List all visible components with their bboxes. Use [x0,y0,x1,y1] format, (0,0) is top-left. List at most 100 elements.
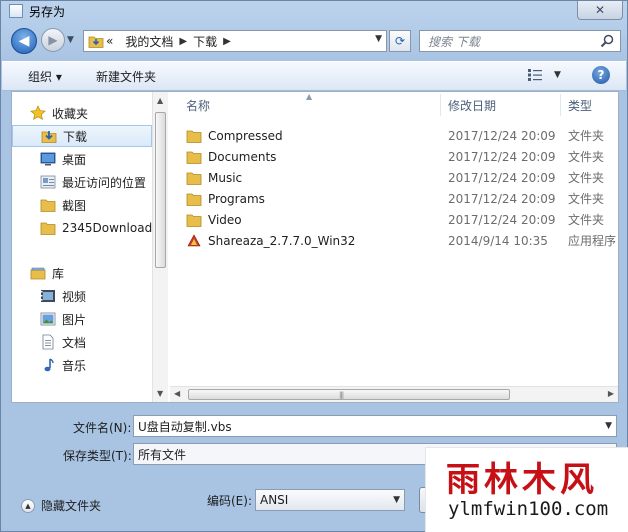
file-list-scrollbar[interactable]: ◀ ||| ▶ [170,386,618,402]
nav-item-videos[interactable]: 视频 [12,285,152,307]
window-icon [9,4,23,18]
table-row[interactable]: Documents 2017/12/24 20:09 文件夹 [180,146,616,167]
column-divider[interactable] [560,94,561,116]
scroll-up-icon[interactable]: ▲ [157,96,163,105]
file-date: 2017/12/24 20:09 [448,212,556,227]
folder-icon [186,214,202,227]
nav-item-label: 视频 [62,289,87,304]
watermark-url: ylmfwin100.com [448,498,609,520]
table-row[interactable]: Shareaza_2.7.7.0_Win32 2014/9/14 10:35 应… [180,230,616,251]
nav-item-label: 截图 [62,198,87,213]
chevron-down-icon[interactable]: ▼ [605,421,612,431]
refresh-button[interactable]: ⟳ [389,30,411,52]
recent-pages-dropdown[interactable]: ▼ [67,35,74,45]
search-input[interactable]: 搜索 下载 [419,30,621,52]
nav-item-label: 下载 [63,129,88,144]
file-type: 应用程序 [568,234,617,248]
encoding-select[interactable]: ANSI ▼ [255,489,405,511]
nav-item-downloads[interactable]: 下载 [12,125,152,147]
file-name: Shareaza_2.7.7.0_Win32 [208,233,356,248]
chevron-down-icon[interactable]: ▼ [393,495,400,505]
nav-item-screenshots[interactable]: 截图 [12,194,152,216]
nav-item-label: 音乐 [62,358,87,373]
nav-item-libraries[interactable]: 库 [12,262,152,284]
scroll-down-icon[interactable]: ▼ [157,389,163,398]
table-row[interactable]: Programs 2017/12/24 20:09 文件夹 [180,188,616,209]
file-name: Documents [208,149,277,164]
title-bar: 另存为 ✕ [1,1,627,21]
nav-item-label: 库 [52,266,65,281]
scroll-right-icon[interactable]: ▶ [608,389,614,398]
address-bar[interactable]: « 我的文档 ▶ 下载 ▶ ▼ [83,30,387,52]
file-date: 2014/9/14 10:35 [448,233,548,248]
watermark-logo-text: 雨林木风 [446,460,598,500]
nav-item-pictures[interactable]: 图片 [12,308,152,330]
view-dropdown-icon[interactable]: ▼ [554,70,561,80]
encoding-value: ANSI [260,493,289,507]
file-type: 文件夹 [568,213,605,227]
music-library-icon [44,358,54,372]
organize-button[interactable]: 组织 ▾ [28,68,62,85]
filename-field[interactable]: U盘自动复制.vbs ▼ [133,415,617,437]
filename-label: 文件名(N): [73,421,132,435]
sort-ascending-icon: ▲ [306,92,313,101]
scroll-left-icon[interactable]: ◀ [174,389,180,398]
file-date: 2017/12/24 20:09 [448,170,556,185]
nav-item-music[interactable]: 音乐 [12,354,152,376]
nav-item-favorites[interactable]: 收藏夹 [12,102,152,124]
column-header-date[interactable]: 修改日期 [448,92,496,118]
forward-button[interactable]: ▶ [41,28,65,52]
navigation-pane-scrollbar[interactable]: ▲ ▼ [152,92,168,402]
table-row[interactable]: Video 2017/12/24 20:09 文件夹 [180,209,616,230]
breadcrumb-separator-chevron-icon[interactable]: ▶ [179,36,187,47]
savetype-label: 保存类型(T): [63,449,132,463]
recent-places-icon [40,175,56,189]
folder-icon [186,130,202,143]
search-icon[interactable] [600,34,614,48]
help-icon: ? [597,68,605,82]
nav-item-recent-places[interactable]: 最近访问的位置 [12,171,152,193]
file-name: Programs [208,191,265,206]
library-icon [30,267,46,280]
close-icon: ✕ [594,3,606,17]
close-button[interactable]: ✕ [577,1,623,20]
back-button[interactable]: ◀ [11,28,37,54]
file-date: 2017/12/24 20:09 [448,128,556,143]
help-button[interactable]: ? [592,66,610,84]
file-type: 文件夹 [568,129,605,143]
new-folder-button[interactable]: 新建文件夹 [96,68,156,85]
hide-folders-toggle[interactable]: ▲ 隐藏文件夹 [21,497,101,514]
arrow-right-icon: ▶ [48,33,58,47]
documents-library-icon [42,334,54,350]
breadcrumb-separator-chevron-icon[interactable]: ▶ [223,36,231,47]
column-header-type[interactable]: 类型 [568,92,592,118]
address-dropdown-icon[interactable]: ▼ [375,34,382,44]
command-toolbar: 组织 ▾ 新建文件夹 ▼ ? [2,61,626,91]
nav-item-desktop[interactable]: 桌面 [12,148,152,170]
breadcrumb-item[interactable]: 我的文档 [125,33,173,50]
nav-item-2345downloads[interactable]: 2345Downloads [12,217,152,239]
encoding-label: 编码(E): [207,494,252,508]
save-as-dialog: 另存为 ✕ ◀ ▶ ▼ « 我的文档 ▶ 下载 ▶ ▼ ⟳ 搜索 下载 组织 ▾… [0,0,628,532]
nav-item-label: 文档 [62,335,87,350]
video-library-icon [41,290,55,302]
chevron-up-icon[interactable]: ▲ [21,498,35,513]
column-header-name[interactable]: 名称 [186,92,210,118]
window-title: 另存为 [29,5,66,19]
nav-item-label: 图片 [62,312,87,327]
column-divider[interactable] [440,94,441,116]
scroll-thumb[interactable]: ||| [188,389,510,400]
table-row[interactable]: Compressed 2017/12/24 20:09 文件夹 [180,125,616,146]
main-area: 收藏夹 下载 桌面 最近访问的位置 截图 2345Downloads 库 视频 … [11,91,619,403]
filename-value[interactable]: U盘自动复制.vbs [134,418,232,435]
table-row[interactable]: Music 2017/12/24 20:09 文件夹 [180,167,616,188]
download-folder-icon [88,36,104,48]
breadcrumb-item[interactable]: 下载 [193,33,217,50]
folder-icon [40,199,56,212]
address-row: ◀ ▶ ▼ « 我的文档 ▶ 下载 ▶ ▼ ⟳ 搜索 下载 [1,25,627,57]
view-options-icon[interactable] [528,69,542,81]
nav-item-documents[interactable]: 文档 [12,331,152,353]
hide-folders-label[interactable]: 隐藏文件夹 [41,497,101,514]
scroll-thumb[interactable] [155,112,166,268]
breadcrumb-overflow[interactable]: « [106,34,113,48]
